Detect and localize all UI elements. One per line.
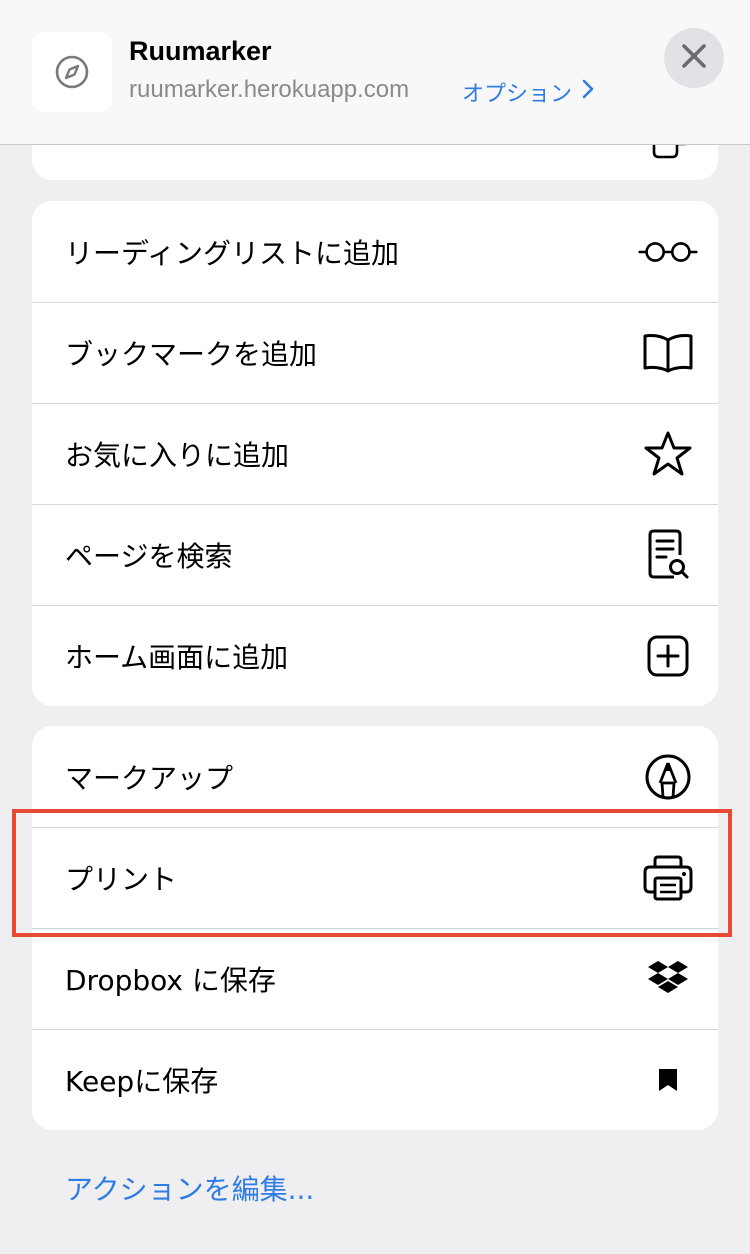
action-add-bookmark[interactable]: ブックマークを追加 <box>32 302 718 403</box>
options-link[interactable]: オプション <box>462 76 594 108</box>
star-icon <box>638 424 698 484</box>
action-label: リーディングリストに追加 <box>65 236 400 270</box>
action-label: マークアップ <box>65 761 234 795</box>
action-add-to-reading-list[interactable]: リーディングリストに追加 <box>32 201 718 302</box>
close-icon <box>681 43 707 73</box>
close-button[interactable] <box>664 28 724 88</box>
edit-actions-link[interactable]: アクションを編集... <box>65 1168 314 1208</box>
book-icon <box>638 323 698 383</box>
page-title: Ruumarker <box>129 36 272 66</box>
add-square-icon <box>638 626 698 686</box>
glasses-icon <box>638 222 698 282</box>
bookmark-icon <box>638 1050 698 1110</box>
action-label: Keepに保存 <box>65 1064 219 1098</box>
action-label: Dropbox に保存 <box>65 963 276 997</box>
markup-pen-icon <box>638 747 698 807</box>
chevron-right-icon <box>582 79 594 105</box>
action-save-to-dropbox[interactable]: Dropbox に保存 <box>32 928 718 1029</box>
action-save-to-keep[interactable]: Keepに保存 <box>32 1029 718 1130</box>
action-find-on-page[interactable]: ページを検索 <box>32 504 718 605</box>
options-label: オプション <box>462 82 573 107</box>
actions-card-1: リーディングリストに追加 ブックマークを追加 お気に入りに追加 ページを検索 ホ… <box>32 201 718 706</box>
find-on-page-icon <box>638 525 698 585</box>
compass-icon <box>32 32 112 112</box>
action-add-favorites[interactable]: お気に入りに追加 <box>32 403 718 504</box>
page-url: ruumarker.herokuapp.com <box>129 76 410 103</box>
action-label: ブックマークを追加 <box>65 337 318 371</box>
action-label: ページを検索 <box>65 539 233 573</box>
share-sheet-header: Ruumarker ruumarker.herokuapp.com オプション <box>0 0 750 145</box>
action-add-to-home-screen[interactable]: ホーム画面に追加 <box>32 605 718 706</box>
action-label: ホーム画面に追加 <box>65 640 289 674</box>
print-highlight-frame <box>12 809 732 937</box>
action-label: お気に入りに追加 <box>65 438 290 472</box>
dropbox-icon <box>638 949 698 1009</box>
